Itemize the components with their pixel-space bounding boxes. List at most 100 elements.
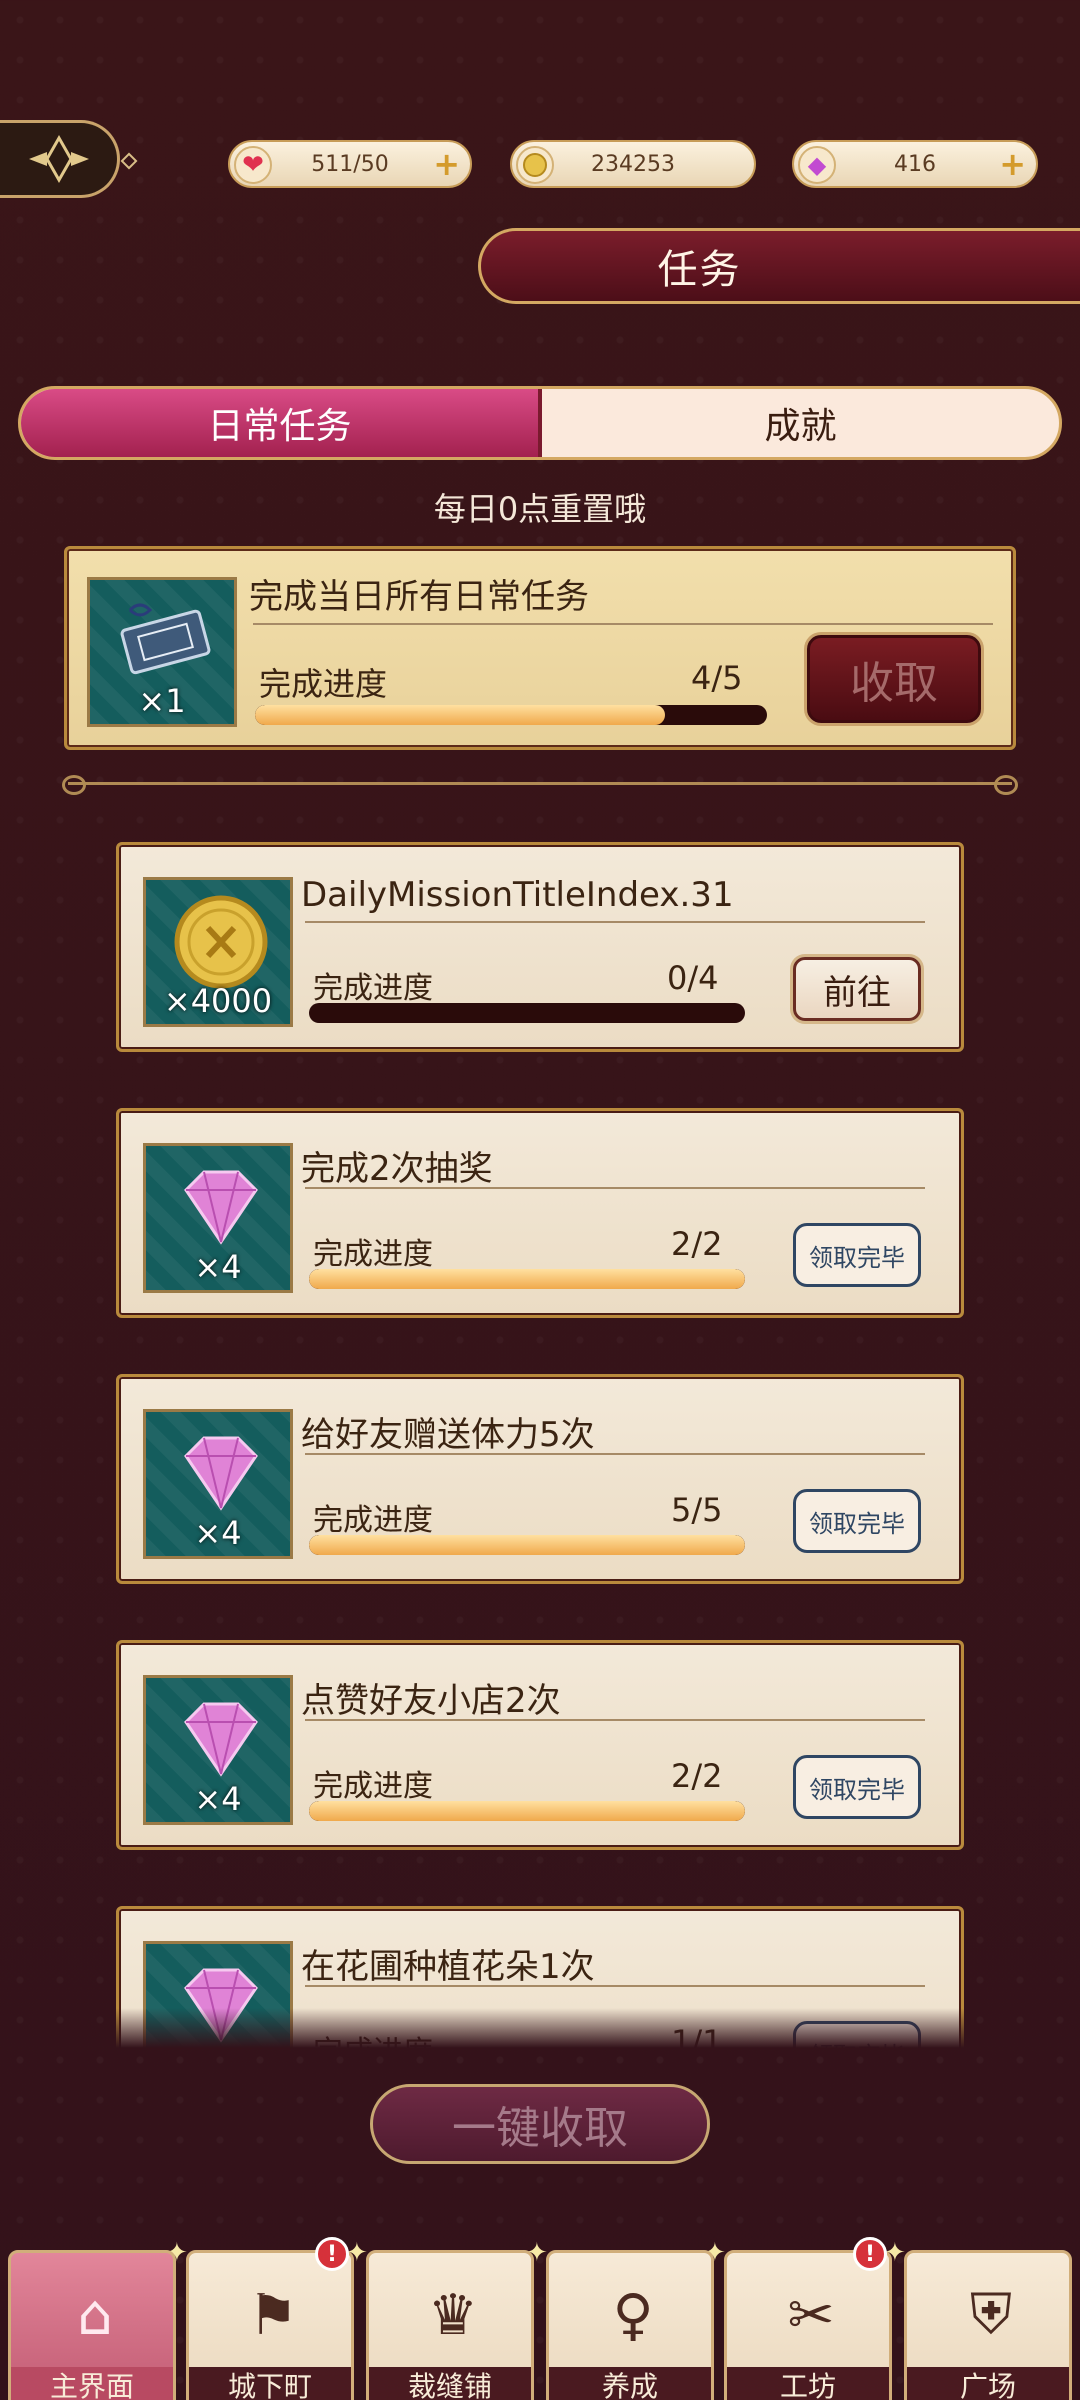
progress-text: 0/4: [667, 959, 719, 997]
reward-icon-box: ×4: [143, 1675, 293, 1825]
reward-quantity: ×4000: [163, 982, 273, 1020]
progress-label: 完成进度: [313, 2027, 433, 2048]
nav-plaza[interactable]: ⛨ 广场: [904, 2250, 1072, 2400]
task-card: ×4 点赞好友小店2次 完成进度 2/2 领取完毕: [116, 1640, 964, 1850]
progress-fill: [309, 1269, 745, 1289]
coin-icon: [516, 146, 554, 184]
nav-workshop[interactable]: ✂ ! 工坊: [724, 2237, 892, 2400]
task-card: ×4 在花圃种植花朵1次 完成进度 1/1 领取完毕: [116, 1906, 964, 2048]
progress-label: 完成进度: [259, 665, 388, 703]
daily-summary-card: ×1 完成当日所有日常任务 完成进度 4/5 收取: [64, 546, 1016, 750]
progress-fill: [309, 1535, 745, 1555]
progress-label: 完成进度: [313, 1503, 433, 1538]
reward-quantity: ×4: [194, 1780, 242, 1818]
alert-badge: !: [853, 2237, 887, 2271]
gem-icon: [184, 1968, 258, 2043]
summary-progress-bar: [255, 705, 767, 725]
shield-crest-icon: ⛨: [970, 2282, 1012, 2347]
reset-note: 每日0点重置哦: [433, 490, 647, 528]
gem-value: 416: [894, 151, 936, 177]
reward-quantity: ×1: [138, 682, 186, 720]
dress-icon: ♛: [427, 2282, 479, 2348]
diamond-ornament-icon: [28, 134, 89, 184]
collect-all-button[interactable]: 一键收取: [370, 2084, 710, 2164]
ornament-dot: [120, 152, 138, 170]
progress-fill: [309, 1801, 745, 1821]
title-underline: [253, 623, 993, 625]
add-gems-button[interactable]: +: [999, 148, 1026, 180]
nav-town[interactable]: ⚑ ! 城下町: [186, 2237, 354, 2400]
title-underline: [305, 1985, 925, 1987]
nav-training[interactable]: ♀ 养成: [546, 2250, 714, 2400]
reward-icon-box: ×1: [87, 577, 237, 727]
nav-home[interactable]: ⌂ 主界面: [8, 2250, 176, 2400]
progress-label: 完成进度: [313, 1237, 433, 1272]
task-list[interactable]: ×4000 DailyMissionTitleIndex.31 完成进度 0/4…: [116, 842, 964, 2048]
task-progress-bar: [309, 1269, 745, 1289]
go-button[interactable]: 前往: [793, 957, 921, 1021]
nav-label: 主界面: [11, 2367, 173, 2400]
reward-icon-box: ×4: [143, 1941, 293, 2048]
menu-emblem-button[interactable]: [0, 120, 138, 198]
task-progress-bar: [309, 1535, 745, 1555]
task-card: ×4000 DailyMissionTitleIndex.31 完成进度 0/4…: [116, 842, 964, 1052]
flag-icon: ⚑: [247, 2282, 299, 2348]
gem-counter: ◆ 416 +: [792, 140, 1038, 188]
task-card: ×4 给好友赠送体力5次 完成进度 5/5 领取完毕: [116, 1374, 964, 1584]
nav-label: 城下町: [189, 2367, 351, 2400]
reward-icon-box: ×4000: [143, 877, 293, 1027]
progress-text: 4/5: [691, 659, 743, 697]
title-underline: [305, 1187, 925, 1189]
task-progress-bar: [309, 1003, 745, 1023]
claimed-button[interactable]: 领取完毕: [793, 2021, 921, 2048]
claimed-button[interactable]: 领取完毕: [793, 1489, 921, 1553]
title-underline: [305, 1453, 925, 1455]
alert-badge: !: [315, 2237, 349, 2271]
task-title: 给好友赠送体力5次: [301, 1415, 595, 1455]
task-title: DailyMissionTitleIndex.31: [301, 875, 734, 915]
reward-quantity: ×4: [146, 2046, 290, 2048]
nav-label: 裁缝铺: [369, 2367, 531, 2400]
girl-icon: ♀: [612, 2282, 654, 2348]
progress-label: 完成进度: [313, 971, 433, 1006]
title-underline: [305, 921, 925, 923]
thread-spool-icon: ✂: [787, 2282, 835, 2348]
task-tabs: 日常任务 成就: [18, 386, 1062, 460]
progress-fill: [255, 705, 665, 725]
task-card: ×4 完成2次抽奖 完成进度 2/2 领取完毕: [116, 1108, 964, 1318]
gem-icon: ◆: [798, 146, 836, 184]
nav-tailor[interactable]: ♛ 裁缝铺: [366, 2250, 534, 2400]
add-stamina-button[interactable]: +: [433, 148, 460, 180]
section-divider: [62, 775, 1018, 795]
tab-daily-tasks[interactable]: 日常任务: [21, 389, 542, 457]
nav-label: 养成: [549, 2367, 711, 2400]
task-progress-bar: [309, 1801, 745, 1821]
page-title-banner: 任务: [478, 228, 1080, 304]
stamina-value: 511/50: [311, 151, 389, 177]
task-title: 完成2次抽奖: [301, 1149, 493, 1189]
bottom-nav: ✦ ✦ ✦ ✦ ✦ ⌂ 主界面 ⚑ ! 城下町 ♛ 裁缝铺 ♀ 养成 ✂ ! 工…: [0, 2237, 1080, 2400]
coin-counter: 234253: [510, 140, 756, 188]
progress-text: 1/1: [671, 2023, 723, 2048]
reward-icon-box: ×4: [143, 1143, 293, 1293]
claimed-button[interactable]: 领取完毕: [793, 1755, 921, 1819]
summary-title: 完成当日所有日常任务: [249, 577, 589, 617]
coin-value: 234253: [591, 151, 675, 177]
task-title: 点赞好友小店2次: [301, 1681, 561, 1721]
reward-quantity: ×4: [194, 1248, 242, 1286]
reward-icon-box: ×4: [143, 1409, 293, 1559]
progress-text: 2/2: [671, 1225, 723, 1263]
title-underline: [305, 1719, 925, 1721]
home-icon: ⌂: [77, 2282, 113, 2348]
progress-text: 5/5: [671, 1491, 723, 1529]
nav-label: 工坊: [727, 2367, 889, 2400]
stamina-counter: ❤ 511/50 +: [228, 140, 472, 188]
tab-achievements[interactable]: 成就: [542, 389, 1059, 457]
reward-quantity: ×4: [194, 1514, 242, 1552]
collect-button[interactable]: 收取: [807, 635, 981, 723]
progress-label: 完成进度: [313, 1769, 433, 1804]
claimed-button[interactable]: 领取完毕: [793, 1223, 921, 1287]
progress-text: 2/2: [671, 1757, 723, 1795]
page-title: 任务: [657, 247, 742, 293]
task-title: 在花圃种植花朵1次: [301, 1947, 595, 1987]
